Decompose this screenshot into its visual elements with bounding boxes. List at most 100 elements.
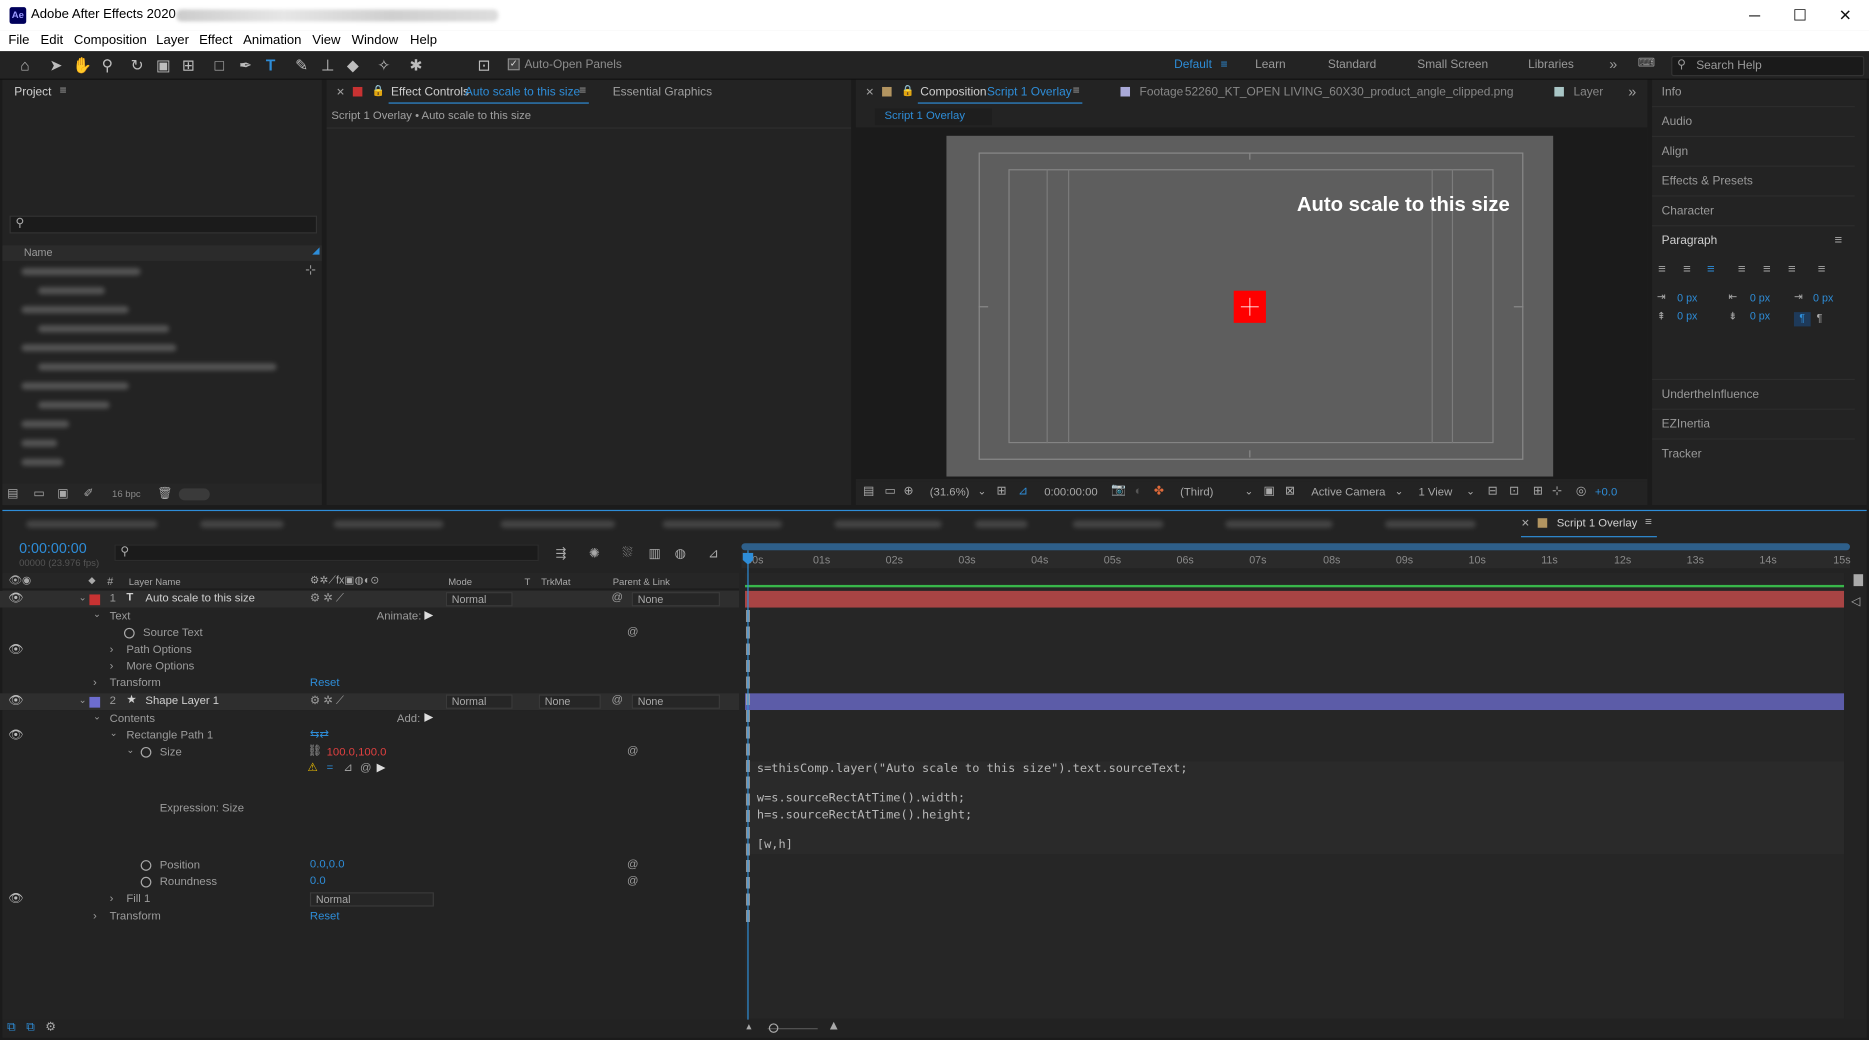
animate-add-icon[interactable]: ▶ [424, 609, 433, 622]
panel-menu-icon[interactable]: ≡ [1834, 233, 1842, 247]
close-tab-icon[interactable]: ✕ [1521, 517, 1530, 530]
composition-canvas[interactable]: Auto scale to this size [946, 135, 1554, 477]
ltr-direction-icon[interactable]: ¶ [1793, 312, 1811, 327]
zoom-slider-thumb[interactable] [768, 1023, 779, 1033]
chevron-down-icon[interactable]: ⌄ [93, 609, 101, 620]
panel-menu-icon[interactable]: ≡ [1645, 516, 1652, 529]
frame-blending-icon[interactable]: ▥ [648, 546, 660, 561]
chevron-down-icon[interactable]: ⌄ [93, 711, 101, 722]
parent-dropdown[interactable]: None [631, 694, 720, 709]
transform-row-1[interactable]: › Transform Reset [0, 675, 739, 692]
layer-1-duration-bar[interactable] [745, 590, 1845, 608]
menu-window[interactable]: Window [352, 33, 399, 47]
reset-link[interactable]: Reset [310, 910, 340, 923]
trash-icon[interactable]: 🗑 [157, 487, 172, 500]
timeline-tab[interactable] [975, 520, 1028, 528]
eye-icon[interactable]: 👁 [8, 695, 23, 708]
chevron-right-icon[interactable]: › [110, 660, 114, 673]
panel-menu-icon[interactable]: ≡ [1073, 85, 1080, 98]
effects-presets-panel[interactable]: Effects & Presets [1662, 175, 1753, 188]
exposure-value[interactable]: +0.0 [1595, 486, 1617, 499]
layer-switches-icon[interactable]: ⚙ ✲ ⟋ [310, 695, 344, 708]
eye-icon[interactable]: 👁 [8, 729, 23, 742]
time-ruler[interactable] [741, 550, 1850, 569]
menu-view[interactable]: View [312, 33, 340, 47]
lock-icon[interactable]: 🔒 [372, 85, 385, 98]
eye-icon[interactable]: 👁 [8, 892, 23, 905]
add-shape-icon[interactable]: ▶ [424, 711, 433, 724]
composition-viewer[interactable]: Auto scale to this size [855, 127, 1648, 479]
more-tabs-icon[interactable]: » [1628, 83, 1636, 100]
text-group-row[interactable]: ⌄ Text Animate: ▶ [0, 609, 739, 626]
name-column-header[interactable]: Name [24, 247, 53, 259]
bit-depth-indicator[interactable]: 16 bpc [112, 488, 141, 499]
new-folder-icon[interactable]: ▭ [33, 487, 44, 500]
timeline-tab[interactable] [333, 520, 444, 528]
more-workspaces-icon[interactable]: » [1609, 56, 1617, 73]
position-value[interactable]: 0.0,0.0 [310, 858, 345, 871]
3d-view-dropdown[interactable]: Active Camera [1311, 486, 1385, 499]
workspace-small-screen[interactable]: Small Screen [1417, 58, 1488, 71]
project-tab[interactable]: Project [14, 86, 51, 99]
tracker-panel[interactable]: Tracker [1662, 448, 1702, 461]
playhead[interactable] [747, 550, 749, 1020]
workspace-learn[interactable]: Learn [1255, 58, 1285, 71]
contents-row[interactable]: ⌄ Contents Add: ▶ [0, 711, 739, 728]
expression-pick-whip-icon[interactable]: @ [627, 625, 639, 638]
maximize-button[interactable]: ☐ [1776, 2, 1824, 28]
rotate-tool-icon[interactable]: ↻ [126, 56, 147, 75]
justify-right-icon[interactable]: ≡ [1788, 262, 1796, 276]
chevron-right-icon[interactable]: › [110, 643, 114, 656]
reset-link[interactable]: Reset [310, 677, 340, 690]
menu-animation[interactable]: Animation [243, 33, 301, 47]
timeline-tab-active[interactable]: Script 1 Overlay [1557, 517, 1638, 530]
stopwatch-icon[interactable] [140, 876, 152, 888]
rectangle-tool-icon[interactable]: □ [209, 56, 230, 75]
show-channel-icon[interactable]: ✤ [1154, 485, 1164, 498]
roundness-row[interactable]: Roundness 0.0 @ [0, 874, 739, 891]
chevron-down-icon[interactable]: ⌄ [1244, 485, 1253, 498]
eraser-tool-icon[interactable]: ◆ [342, 56, 363, 75]
zoom-tool-icon[interactable]: ⚲ [97, 56, 118, 75]
more-options-row[interactable]: › More Options [0, 659, 739, 676]
info-panel[interactable]: Info [1662, 86, 1682, 99]
align-panel[interactable]: Align [1662, 145, 1689, 158]
effect-controls-tab[interactable]: Effect Controls [391, 86, 469, 99]
composition-tab-name[interactable]: Script 1 Overlay [987, 86, 1072, 99]
chevron-down-icon[interactable]: ⌄ [110, 728, 118, 739]
timeline-tab[interactable] [200, 520, 284, 528]
timeline-tab[interactable] [1072, 520, 1164, 528]
workspace-standard[interactable]: Standard [1328, 58, 1376, 71]
timeline-tab[interactable] [1225, 520, 1333, 528]
indent-left-value[interactable]: 0 px [1677, 292, 1697, 304]
chevron-right-icon[interactable]: › [110, 892, 114, 905]
path-direction-icon[interactable]: ⇆⇄ [310, 728, 329, 741]
chevron-down-icon[interactable]: ⌄ [1395, 485, 1404, 498]
mask-visibility-icon[interactable]: ⊕ [904, 485, 914, 498]
chevron-down-icon[interactable]: ⌄ [1466, 485, 1475, 498]
work-area-bar[interactable] [741, 543, 1850, 551]
type-tool-icon[interactable]: T [260, 56, 281, 75]
source-text-row[interactable]: Source Text @ [0, 625, 739, 642]
justify-center-icon[interactable]: ≡ [1763, 262, 1771, 276]
essential-graphics-tab[interactable]: Essential Graphics [613, 86, 712, 99]
project-item[interactable] [21, 439, 58, 447]
timeline-tab[interactable] [26, 520, 158, 528]
layer-tab[interactable]: Layer [1573, 86, 1603, 99]
align-left-icon[interactable]: ≡ [1658, 262, 1666, 276]
footage-tab-name[interactable]: 52260_KT_OPEN LIVING_60X30_product_angle… [1185, 86, 1514, 99]
pen-tool-icon[interactable]: ✒ [235, 56, 256, 75]
layer-row-2[interactable]: 👁 ⌄ 2 ★ Shape Layer 1 ⚙ ✲ ⟋ Normal None … [0, 693, 740, 711]
project-item[interactable] [21, 458, 64, 466]
workspace-libraries[interactable]: Libraries [1528, 58, 1574, 71]
thumbnail-slider[interactable] [178, 488, 210, 501]
warning-icon[interactable]: ⚠ [308, 761, 318, 774]
eye-icon[interactable]: 👁 [8, 643, 23, 656]
align-right-icon[interactable]: ≡ [1707, 262, 1715, 276]
timeline-tab[interactable] [662, 520, 782, 528]
layer-label-color[interactable] [89, 696, 101, 708]
new-composition-icon[interactable]: ▣ [57, 487, 68, 500]
view-layout-dropdown[interactable]: 1 View [1418, 486, 1452, 499]
zoom-in-icon[interactable]: ▲ [827, 1019, 840, 1033]
workspace-menu-icon[interactable]: ≡ [1221, 58, 1228, 71]
